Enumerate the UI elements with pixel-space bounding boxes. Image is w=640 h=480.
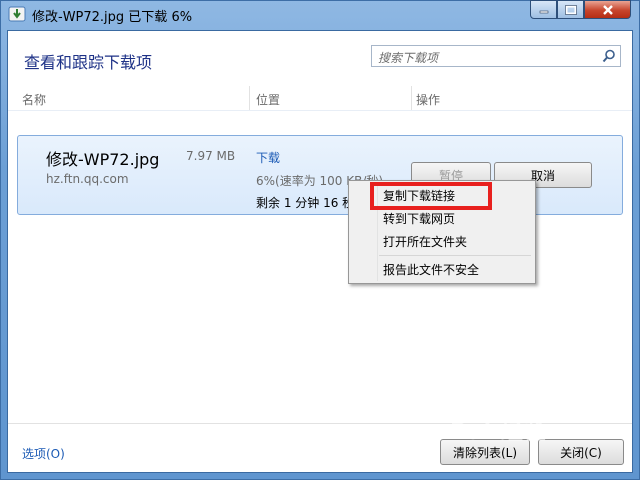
minimize-icon (539, 10, 548, 13)
menu-item-open-folder[interactable]: 打开所在文件夹 (383, 233, 467, 250)
menu-separator (379, 255, 531, 256)
column-header-location[interactable]: 位置 (256, 91, 280, 108)
header-divider (8, 110, 632, 111)
menu-item-go-to-page[interactable]: 转到下载网页 (383, 210, 455, 227)
search-icon[interactable] (602, 49, 616, 63)
column-header-name[interactable]: 名称 (22, 91, 46, 108)
maximize-button[interactable] (557, 0, 584, 19)
column-divider (411, 86, 412, 110)
ie-download-icon (8, 6, 26, 22)
remaining-time: 剩余 1 分钟 16 秒 (256, 196, 355, 210)
page-title: 查看和跟踪下载项 (24, 53, 153, 72)
maximize-icon (564, 4, 577, 15)
watermark: Bai 经验 (450, 420, 547, 445)
column-header-actions[interactable]: 操作 (416, 91, 440, 108)
search-input[interactable]: 搜索下载项 (371, 45, 621, 67)
column-divider (249, 86, 250, 110)
search-placeholder: 搜索下载项 (378, 51, 439, 65)
minimize-button[interactable] (530, 0, 557, 19)
close-window-button[interactable] (584, 0, 631, 19)
downloads-panel: 查看和跟踪下载项 搜索下载项 名称 位置 操作 修改-WP72.jpg 7.97… (7, 30, 633, 473)
options-link[interactable]: 选项(O) (22, 445, 65, 462)
menu-item-report-unsafe[interactable]: 报告此文件不安全 (383, 261, 479, 278)
highlight-box (370, 182, 492, 210)
file-source: hz.ftn.qq.com (46, 172, 129, 186)
location-link[interactable]: 下载 (256, 149, 280, 166)
window-title: 修改-WP72.jpg 已下载 6% (32, 10, 193, 25)
file-size: 7.97 MB (186, 149, 236, 163)
close-button[interactable]: 关闭(C) (538, 439, 624, 465)
close-icon (602, 4, 613, 15)
file-name: 修改-WP72.jpg (46, 150, 160, 169)
